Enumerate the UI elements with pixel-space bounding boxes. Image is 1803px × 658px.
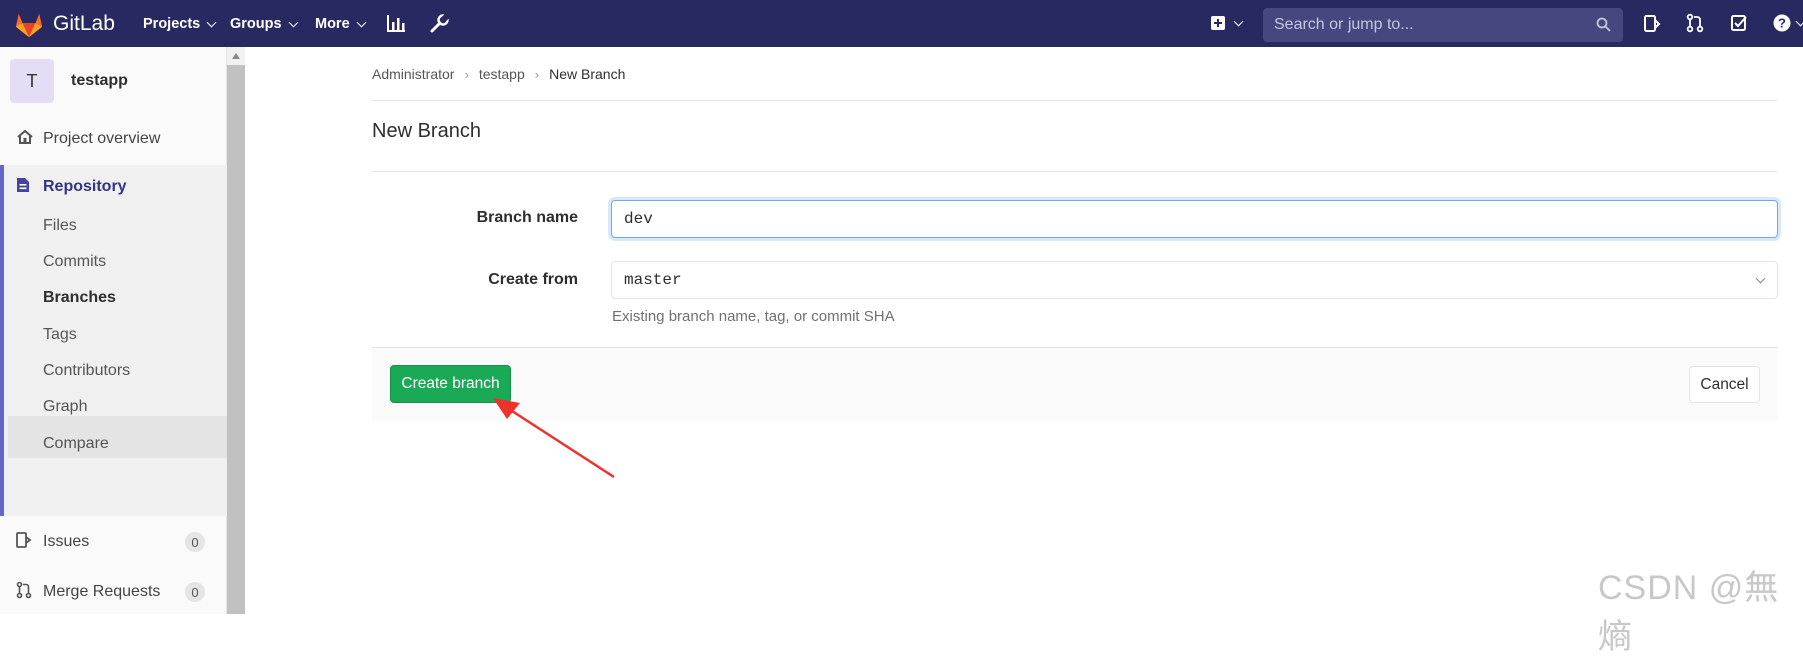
merge-requests-count-badge: 0 <box>185 582 205 602</box>
sidebar-item-issues[interactable]: Issues 0 <box>0 530 227 554</box>
groups-menu-label: Groups <box>230 16 282 32</box>
chevron-down-icon <box>1755 273 1766 284</box>
projects-menu-label: Projects <box>143 16 201 32</box>
issues-icon <box>16 531 32 553</box>
scroll-up-arrow-icon[interactable] <box>227 47 245 65</box>
top-navbar: GitLab Projects Groups More Search or ju… <box>0 0 1803 47</box>
brand-name: GitLab <box>53 11 115 35</box>
chevron-down-icon <box>288 17 299 27</box>
watermark: CSDN @無熵 <box>1598 569 1780 656</box>
sidebar-scrollbar[interactable] <box>227 47 245 614</box>
help-icon: ? <box>1773 14 1791 32</box>
sidebar-item-branches[interactable]: Branches <box>43 289 116 307</box>
more-menu-label: More <box>315 16 350 32</box>
chevron-right-icon: › <box>464 66 469 82</box>
gitlab-logo[interactable]: GitLab <box>14 10 115 38</box>
project-sidebar: T testapp Project overview Repository Fi… <box>0 47 231 614</box>
create-from-help-text: Existing branch name, tag, or commit SHA <box>612 308 895 325</box>
projects-menu[interactable]: Projects <box>143 16 217 32</box>
create-from-value: master <box>624 271 682 289</box>
cancel-button[interactable]: Cancel <box>1689 366 1760 403</box>
sidebar-item-contributors[interactable]: Contributors <box>43 362 130 380</box>
divider <box>372 171 1777 172</box>
sidebar-item-repository[interactable]: Repository <box>0 175 227 199</box>
sidebar-item-label: Repository <box>43 178 127 195</box>
chevron-down-icon <box>356 17 367 27</box>
annotation-arrow-icon <box>493 398 615 479</box>
breadcrumb: Administrator › testapp › New Branch <box>372 66 625 82</box>
branch-name-label: Branch name <box>476 209 578 226</box>
tanuki-logo-icon <box>15 13 43 37</box>
sidebar-project-header[interactable]: T testapp <box>10 59 128 103</box>
help-dropdown[interactable]: ? <box>1773 14 1803 32</box>
activity-chart-icon[interactable] <box>386 14 406 33</box>
merge-request-icon <box>16 581 32 604</box>
project-name: testapp <box>71 72 128 89</box>
sidebar-item-compare[interactable]: Compare <box>43 435 109 453</box>
sidebar-item-graph[interactable]: Graph <box>43 398 87 416</box>
search-box[interactable]: Search or jump to... <box>1263 8 1623 42</box>
chevron-down-icon <box>206 17 217 27</box>
wrench-icon[interactable] <box>429 14 449 34</box>
breadcrumb-project[interactable]: testapp <box>479 66 525 82</box>
issues-count-badge: 0 <box>185 532 205 552</box>
branch-name-input[interactable] <box>611 200 1778 238</box>
chevron-right-icon: › <box>534 66 540 82</box>
document-icon <box>16 177 30 198</box>
search-icon <box>1596 17 1611 37</box>
sidebar-item-merge-requests[interactable]: Merge Requests 0 <box>0 580 227 604</box>
active-item-highlight <box>8 416 231 458</box>
new-dropdown[interactable] <box>1210 15 1244 31</box>
repository-section: Repository Files Commits Branches Tags C… <box>0 165 231 516</box>
sidebar-item-project-overview[interactable]: Project overview <box>0 127 227 151</box>
search-placeholder: Search or jump to... <box>1274 16 1414 33</box>
project-avatar: T <box>10 59 54 103</box>
plus-square-icon <box>1211 16 1225 30</box>
issues-icon[interactable] <box>1643 14 1661 33</box>
sidebar-item-label: Project overview <box>43 130 161 147</box>
sidebar-item-tags[interactable]: Tags <box>43 326 77 344</box>
breadcrumb-administrator[interactable]: Administrator <box>372 66 454 82</box>
create-from-select[interactable]: master <box>611 261 1778 299</box>
merge-request-icon[interactable] <box>1686 13 1704 33</box>
more-menu[interactable]: More <box>315 16 367 32</box>
chevron-down-icon <box>1795 16 1803 26</box>
sidebar-item-label: Merge Requests <box>43 583 161 600</box>
home-icon <box>16 129 34 150</box>
sidebar-item-files[interactable]: Files <box>43 217 77 235</box>
breadcrumb-current[interactable]: New Branch <box>549 66 625 82</box>
sidebar-item-label: Issues <box>43 533 90 550</box>
svg-text:?: ? <box>1778 16 1786 31</box>
divider <box>372 100 1777 101</box>
chevron-down-icon <box>1233 16 1244 26</box>
todo-check-icon[interactable] <box>1731 14 1748 32</box>
groups-menu[interactable]: Groups <box>230 16 299 32</box>
create-from-label: Create from <box>488 271 578 288</box>
page-title: New Branch <box>372 120 481 142</box>
sidebar-item-commits[interactable]: Commits <box>43 253 106 271</box>
